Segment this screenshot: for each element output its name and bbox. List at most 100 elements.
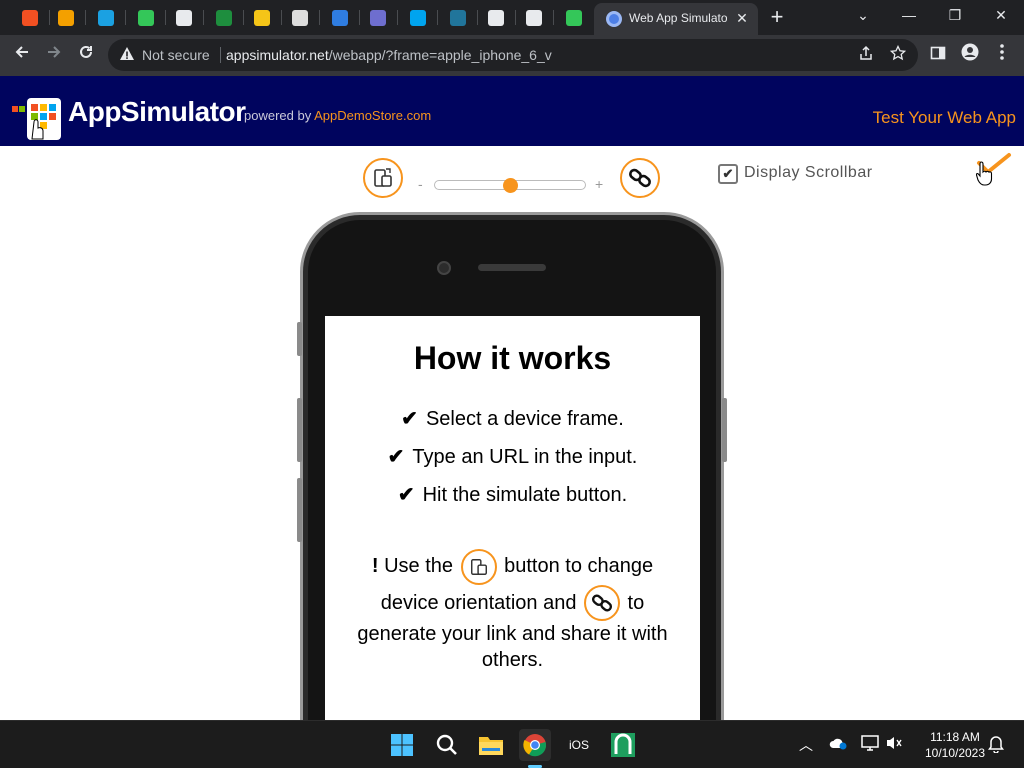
bug-icon: [253, 9, 270, 26]
profile-button[interactable]: [956, 41, 984, 69]
close-window-button[interactable]: ✕: [978, 0, 1024, 32]
how-it-works-title: How it works: [413, 340, 612, 376]
folder-icon: [479, 737, 503, 755]
share-link-button[interactable]: [620, 158, 660, 198]
start-button[interactable]: [386, 729, 418, 761]
power-button: [722, 398, 727, 462]
note-text: device orientation and: [380, 591, 582, 614]
zoom-out-label[interactable]: -: [418, 176, 423, 192]
tab-title: Web App Simulator: [629, 11, 727, 25]
rotate-device-button[interactable]: [363, 158, 403, 198]
terminal-app-icon: [611, 733, 635, 757]
bookmark-star-icon[interactable]: [888, 44, 908, 65]
tab-divider: [477, 10, 478, 25]
ios-app-button[interactable]: iOS: [563, 729, 595, 761]
url-host: appsimulator.net: [226, 47, 329, 63]
exclamation-icon: !: [371, 555, 379, 577]
link-icon: [629, 168, 651, 188]
pinned-tab[interactable]: [16, 4, 43, 31]
pinned-tab[interactable]: [326, 4, 353, 31]
security-status[interactable]: Not secure: [142, 47, 210, 63]
share-icon[interactable]: [856, 45, 876, 65]
checkmark-icon: ✔: [397, 484, 415, 506]
display-scrollbar-label[interactable]: Display Scrollbar: [744, 164, 873, 182]
globe-icon: [525, 9, 542, 26]
pinned-tab[interactable]: [52, 4, 79, 31]
target-icon: [97, 9, 114, 26]
chrome-favicon-icon: [606, 11, 622, 27]
pinned-tab[interactable]: [132, 4, 159, 31]
reload-button[interactable]: [72, 41, 100, 69]
new-tab-button[interactable]: +: [765, 6, 789, 30]
step-text: Type an URL in the input.: [412, 446, 638, 468]
side-panel-button[interactable]: [924, 41, 952, 69]
windows-logo-icon: [391, 734, 413, 756]
zoom-in-label[interactable]: +: [595, 176, 603, 192]
sheet-icon: [215, 9, 232, 26]
pinned-tab[interactable]: [92, 4, 119, 31]
windows-tiles-icon: [409, 9, 426, 26]
warning-icon[interactable]: [118, 46, 136, 64]
brand-name[interactable]: AppSimulator: [68, 96, 246, 128]
address-bar[interactable]: Not secure appsimulator.net/webapp/?fram…: [108, 39, 918, 71]
cat-icon: [369, 9, 386, 26]
terminal-app-button[interactable]: [607, 729, 639, 761]
notifications-icon[interactable]: [986, 735, 1006, 755]
display-scrollbar-checkbox[interactable]: ✔: [718, 164, 738, 184]
network-sound-icon[interactable]: [884, 735, 904, 755]
tab-close-icon[interactable]: ✕: [732, 8, 752, 28]
search-button[interactable]: [431, 729, 463, 761]
show-hidden-icons-button[interactable]: ︿: [796, 735, 816, 755]
browser-toolbar: Not secure appsimulator.net/webapp/?fram…: [0, 35, 1024, 76]
minimize-button[interactable]: —: [886, 0, 932, 32]
chrome-taskbar-button[interactable]: [519, 729, 551, 761]
pinned-tab[interactable]: [248, 4, 275, 31]
zoom-slider-thumb[interactable]: [502, 178, 518, 193]
url-path: /webapp/?frame=apple_iphone_6_v: [328, 47, 552, 63]
volume-down-button: [297, 478, 302, 542]
tab-divider: [125, 10, 126, 25]
step-text: Hit the simulate button.: [422, 484, 628, 506]
pinned-tab[interactable]: [286, 4, 313, 31]
apple-icon: [565, 9, 582, 26]
tab-divider: [243, 10, 244, 25]
maximize-button[interactable]: ❐: [932, 0, 978, 32]
tab-divider: [437, 10, 438, 25]
troll-icon: [291, 9, 308, 26]
display-icon[interactable]: [860, 735, 880, 755]
mute-switch: [297, 322, 302, 356]
pinned-tab[interactable]: [210, 4, 237, 31]
pinned-tab[interactable]: [482, 4, 509, 31]
forward-button[interactable]: [40, 41, 68, 69]
windows-old-icon: [57, 9, 74, 26]
kebab-menu-icon: [1000, 44, 1004, 60]
tab-divider: [203, 10, 204, 25]
test-your-web-app-link[interactable]: Test Your Web App: [873, 108, 1016, 128]
tab-search-button[interactable]: ⌄: [840, 0, 886, 32]
checkmark-icon: ✔: [387, 446, 405, 468]
note-text: button to change: [498, 555, 654, 577]
tab-web-app-simulator[interactable]: Web App Simulator ✕: [594, 3, 758, 35]
pinned-tab[interactable]: [170, 4, 197, 31]
hand-cursor-icon: [976, 161, 993, 186]
phone-screen[interactable]: How it works ✔ Select a device frame. ✔ Ty…: [325, 316, 700, 736]
url-text[interactable]: appsimulator.net/webapp/?frame=apple_iph…: [226, 47, 552, 63]
pinned-tab[interactable]: [444, 4, 471, 31]
onedrive-icon[interactable]: [828, 735, 848, 755]
back-arrow-icon: [15, 46, 28, 58]
step-item: ✔ Select a device frame.: [325, 406, 700, 431]
pinned-tab[interactable]: [560, 4, 587, 31]
menu-button[interactable]: [988, 41, 1016, 69]
side-panel-icon: [930, 46, 946, 60]
search-icon: [436, 734, 457, 755]
tab-divider: [553, 10, 554, 25]
pinned-tab[interactable]: [364, 4, 391, 31]
pinned-tab[interactable]: [520, 4, 547, 31]
pinned-tab[interactable]: [404, 4, 431, 31]
appsimulator-logo-icon[interactable]: [12, 96, 64, 142]
back-button[interactable]: [8, 41, 36, 69]
appdemostore-link[interactable]: AppDemoStore.com: [314, 108, 431, 123]
rotate-device-icon: [374, 168, 392, 187]
file-explorer-button[interactable]: [475, 729, 507, 761]
note-text: Use the: [378, 555, 459, 577]
